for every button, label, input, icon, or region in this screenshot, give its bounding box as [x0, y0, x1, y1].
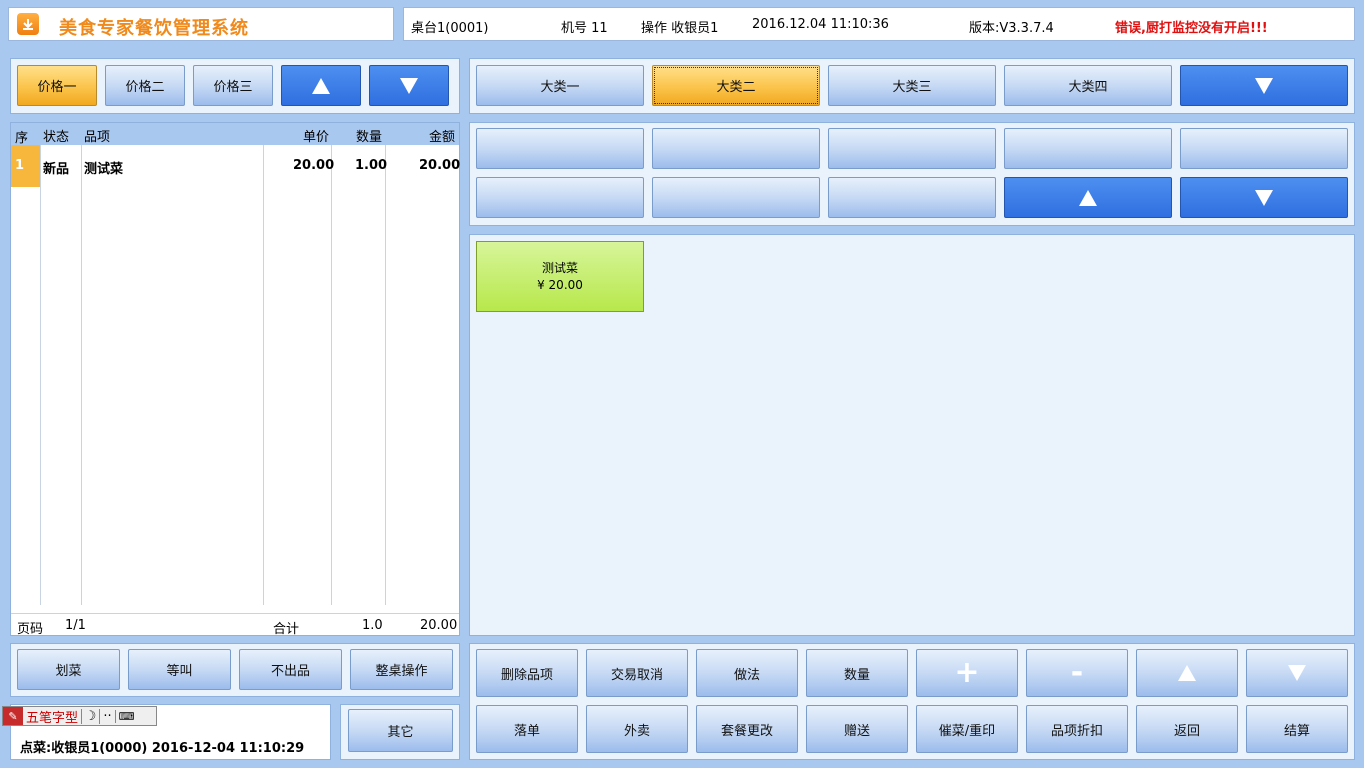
arrow-up-icon [1079, 189, 1097, 206]
status-bar: 桌台1(0001) 机号 11 操作 收银员1 2016.12.04 11:10… [403, 7, 1355, 41]
column-header-status: 状态 [43, 130, 70, 145]
price-up-button[interactable] [281, 65, 361, 106]
price-tab-2[interactable]: 价格二 [105, 65, 185, 106]
page-label: 页码 [17, 622, 44, 637]
dish-name: 测试菜 [541, 260, 578, 275]
cell-no: 1 [15, 158, 25, 173]
column-header-price: 单价 [303, 130, 330, 145]
change-set-button[interactable]: 套餐更改 [696, 705, 798, 753]
arrow-down-icon [400, 77, 418, 94]
subcategory-button[interactable] [1180, 128, 1348, 169]
page-number: 1/1 [65, 618, 86, 633]
dish-price: ¥ 20.00 [537, 277, 583, 292]
app-title: 美食专家餐饮管理系统 [59, 18, 249, 39]
cancel-transaction-button[interactable]: 交易取消 [586, 649, 688, 697]
other-button[interactable]: 其它 [348, 709, 453, 752]
subcategory-button[interactable] [1004, 128, 1172, 169]
price-tab-3[interactable]: 价格三 [193, 65, 273, 106]
machine-label: 机号 11 [561, 21, 608, 36]
arrow-down-icon [1288, 665, 1306, 681]
cell-amount: 20.00 [419, 158, 461, 173]
column-header-no: 序 [15, 131, 29, 146]
order-list: 序 状态 品项 单价 数量 金额 1 新品 测试菜 20.00 1.00 20.… [10, 122, 461, 637]
quantity-button[interactable]: 数量 [806, 649, 908, 697]
keyboard-icon[interactable]: ⌨ [115, 709, 137, 723]
item-down-button[interactable] [1246, 649, 1348, 697]
total-label: 合计 [273, 622, 300, 637]
title-bar: 美食专家餐饮管理系统 [8, 7, 394, 41]
delete-item-button[interactable]: 删除品项 [476, 649, 578, 697]
takeout-button[interactable]: 外卖 [586, 705, 688, 753]
table-row[interactable]: 1 新品 测试菜 20.00 1.00 20.00 [11, 145, 461, 187]
ime-mode-label: 五笔字型 [26, 710, 79, 726]
category-tab-2[interactable]: 大类二 [652, 65, 820, 106]
price-down-button[interactable] [369, 65, 449, 106]
subcategory-down-button[interactable] [1180, 177, 1348, 218]
total-amount: 20.00 [420, 618, 458, 633]
datetime-label: 2016.12.04 11:10:36 [752, 17, 889, 32]
column-header-item: 品项 [84, 130, 111, 145]
rush-reprint-button[interactable]: 催菜/重印 [916, 705, 1018, 753]
cell-qty: 1.00 [355, 158, 388, 173]
item-up-button[interactable] [1136, 649, 1238, 697]
wait-call-button[interactable]: 等叫 [128, 649, 231, 690]
total-qty: 1.0 [362, 618, 383, 633]
order-list-header: 序 状态 品项 单价 数量 金额 [11, 123, 459, 146]
app-logo-icon [17, 13, 39, 35]
whole-table-button[interactable]: 整桌操作 [350, 649, 453, 690]
subcategory-button[interactable] [652, 177, 820, 218]
column-header-amount: 金额 [429, 130, 456, 145]
ime-toolbar[interactable]: ✎ 五笔字型 ☽ ·· ⌨ [2, 706, 157, 726]
error-message: 错误,厨打监控没有开启!!! [1115, 21, 1268, 36]
plus-icon: + [954, 655, 980, 690]
order-status-text: 点菜:收银员1(0000) 2016-12-04 11:10:29 [20, 741, 305, 756]
category-tab-1[interactable]: 大类一 [476, 65, 644, 106]
subcategory-button[interactable] [652, 128, 820, 169]
dish-card[interactable]: 测试菜 ¥ 20.00 [476, 241, 644, 312]
subcategory-button[interactable] [828, 128, 996, 169]
cell-price: 20.00 [293, 158, 335, 173]
no-serve-button[interactable]: 不出品 [239, 649, 342, 690]
subcategory-button[interactable] [828, 177, 996, 218]
arrow-up-icon [1178, 665, 1196, 681]
arrow-down-icon [1255, 77, 1273, 94]
subcategory-up-button[interactable] [1004, 177, 1172, 218]
minus-icon: - [1070, 655, 1084, 690]
category-tab-3[interactable]: 大类三 [828, 65, 996, 106]
price-tab-1[interactable]: 价格一 [17, 65, 97, 106]
gift-button[interactable]: 赠送 [806, 705, 908, 753]
moon-icon[interactable]: ☽ [81, 708, 99, 724]
back-button[interactable]: 返回 [1136, 705, 1238, 753]
category-tab-4[interactable]: 大类四 [1004, 65, 1172, 106]
operator-label: 操作 收银员1 [641, 21, 719, 36]
increase-button[interactable]: + [916, 649, 1018, 697]
mark-served-button[interactable]: 划菜 [17, 649, 120, 690]
item-discount-button[interactable]: 品项折扣 [1026, 705, 1128, 753]
category-down-button[interactable] [1180, 65, 1348, 106]
column-header-qty: 数量 [356, 130, 383, 145]
subcategory-button[interactable] [476, 128, 644, 169]
cooking-method-button[interactable]: 做法 [696, 649, 798, 697]
arrow-down-icon [1255, 189, 1273, 206]
ime-logo-icon: ✎ [3, 707, 23, 725]
checkout-button[interactable]: 结算 [1246, 705, 1348, 753]
arrow-up-icon [312, 77, 330, 94]
table-label: 桌台1(0001) [411, 21, 489, 36]
subcategory-button[interactable] [476, 177, 644, 218]
decrease-button[interactable]: - [1026, 649, 1128, 697]
cell-item: 测试菜 [84, 162, 124, 177]
punctuation-icon[interactable]: ·· [99, 708, 115, 724]
place-order-button[interactable]: 落单 [476, 705, 578, 753]
version-label: 版本:V3.3.7.4 [969, 21, 1054, 36]
cell-status: 新品 [43, 162, 70, 177]
